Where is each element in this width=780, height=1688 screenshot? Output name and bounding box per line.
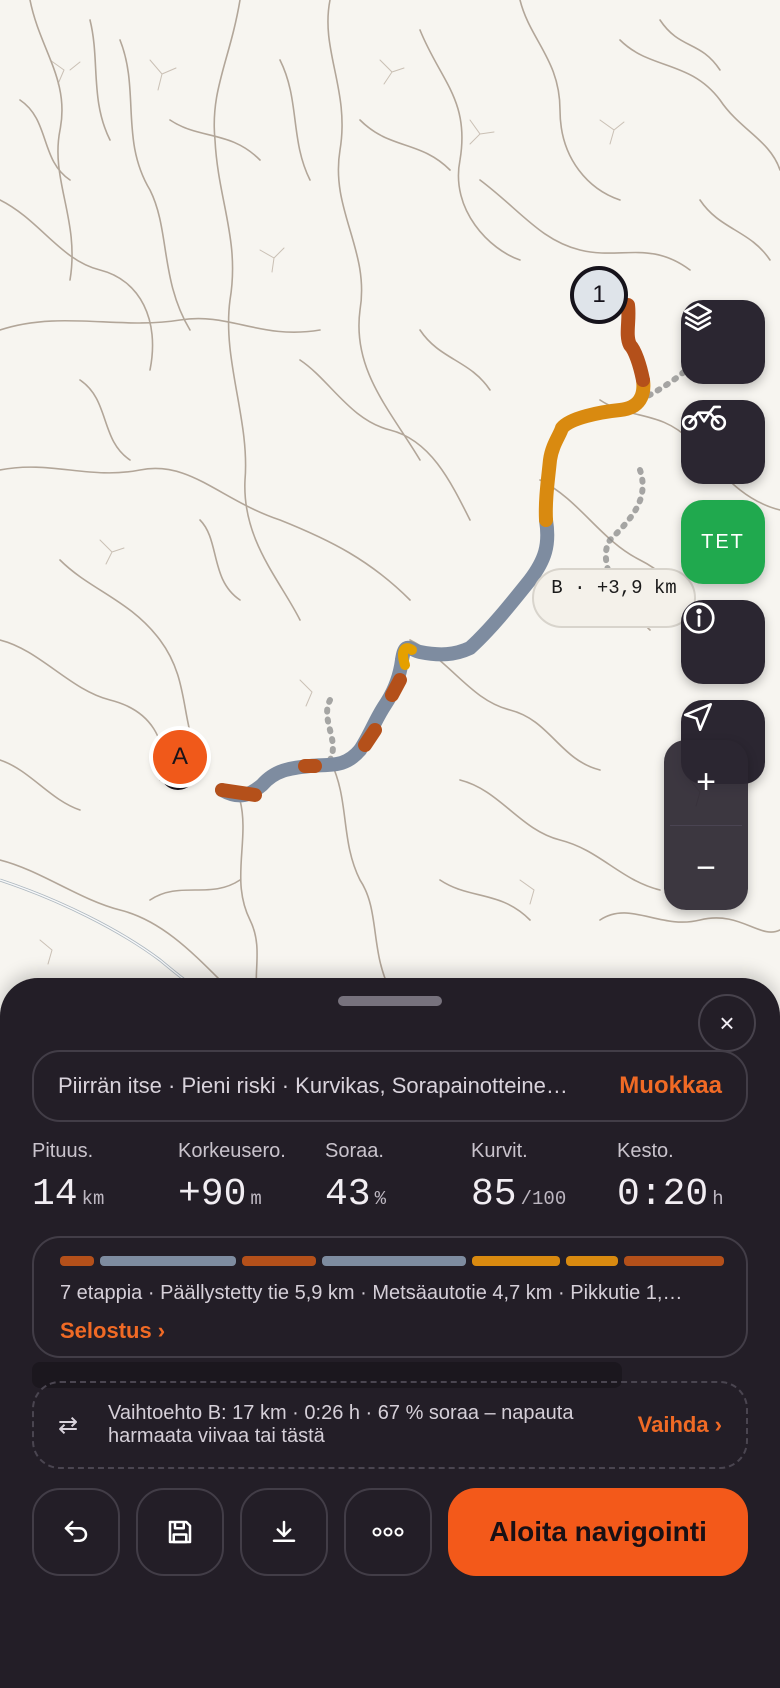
undo-button[interactable]: [32, 1488, 120, 1576]
map-view[interactable]: 1 A B · +3,9 km TET + −: [0, 0, 780, 1000]
route-preferences-summary[interactable]: Piirrän itse · Pieni riski · Kurvikas, S…: [32, 1050, 748, 1122]
route-summary-text: Piirrän itse · Pieni riski · Kurvikas, S…: [58, 1073, 568, 1098]
stat-elevation-unit: m: [250, 1188, 262, 1210]
stat-elevation-label: Korkeusero.: [178, 1140, 286, 1162]
tet-mode-badge[interactable]: TET: [681, 500, 765, 584]
start-marker-a[interactable]: A: [153, 730, 207, 784]
map-roads: [0, 0, 780, 1000]
waypoint-1-label: 1: [592, 281, 606, 308]
layers-icon: [683, 302, 713, 332]
stat-curves-value: 85: [471, 1173, 517, 1216]
start-navigation-button[interactable]: Aloita navigointi: [448, 1488, 748, 1576]
more-dots-icon: [372, 1527, 404, 1537]
undo-icon: [64, 1520, 88, 1542]
stat-curves-label: Kurvit.: [471, 1140, 528, 1162]
stat-elevation: Korkeusero. +90 m: [178, 1140, 286, 1216]
route-stages-card[interactable]: 7 etappia · Päällystetty tie 5,9 km · Me…: [32, 1236, 748, 1358]
more-options-button[interactable]: [344, 1488, 432, 1576]
save-icon: [168, 1520, 192, 1544]
download-icon: [272, 1520, 296, 1542]
stat-duration: Kesto. 0:20 h: [617, 1140, 724, 1216]
zoom-out-button[interactable]: −: [664, 826, 748, 911]
waypoint-1-marker[interactable]: 1: [570, 266, 628, 324]
edit-link[interactable]: Muokkaa: [619, 1072, 722, 1100]
route-stats: Pituus. 14 km Korkeusero. +90 m Soraa. 43%…: [32, 1140, 748, 1220]
stat-curves-unit: /100: [520, 1188, 567, 1210]
stage-segment: [60, 1256, 94, 1266]
stage-segment: [472, 1256, 560, 1266]
surface-breakdown-bar: [60, 1256, 724, 1266]
stat-duration-label: Kesto.: [617, 1140, 674, 1162]
stat-length: Pituus. 14 km: [32, 1140, 104, 1216]
stat-gravel-unit: %: [374, 1188, 387, 1210]
sheet-drag-handle[interactable]: [338, 996, 442, 1006]
stat-curves: Kurvit. 85/100: [471, 1140, 566, 1216]
save-button[interactable]: [136, 1488, 224, 1576]
alternative-route-text: Vaihtoehto B: 17 km · 0:26 h · 67 % sora…: [108, 1402, 574, 1447]
route-bottom-sheet: × Piirrän itse · Pieni riski · Kurvikas,…: [0, 978, 780, 1688]
stat-gravel: Soraa. 43%: [325, 1140, 386, 1216]
stages-summary-text: 7 etappia · Päällystetty tie 5,9 km · Me…: [60, 1282, 683, 1304]
stage-segment: [322, 1256, 466, 1266]
swap-route-link[interactable]: Vaihda ›: [638, 1412, 722, 1438]
alternative-route-card[interactable]: ⇄ Vaihtoehto B: 17 km · 0:26 h · 67 % so…: [32, 1381, 748, 1469]
stat-duration-unit: h: [712, 1188, 724, 1210]
stage-segment: [100, 1256, 236, 1266]
info-button[interactable]: [681, 600, 765, 684]
info-icon: [683, 602, 715, 634]
swap-arrows-icon: ⇄: [58, 1411, 79, 1439]
stage-segment: [566, 1256, 618, 1266]
close-icon: ×: [719, 1007, 735, 1038]
layers-button[interactable]: [681, 300, 765, 384]
alternative-route-label[interactable]: B · +3,9 km: [532, 568, 696, 628]
close-sheet-button[interactable]: ×: [698, 994, 756, 1052]
stat-length-label: Pituus.: [32, 1140, 94, 1162]
download-button[interactable]: [240, 1488, 328, 1576]
stat-length-value: 14: [32, 1173, 78, 1216]
motorcycle-icon: [681, 405, 727, 431]
stat-length-unit: km: [81, 1188, 105, 1210]
navigation-arrow-icon: [683, 702, 713, 732]
stage-segment: [242, 1256, 316, 1266]
report-link[interactable]: Selostus ›: [60, 1318, 165, 1344]
start-marker-label: A: [171, 743, 188, 770]
action-bar: Aloita navigointi: [32, 1488, 748, 1576]
stat-elevation-value: +90: [178, 1173, 247, 1216]
stat-duration-value: 0:20: [617, 1173, 709, 1216]
stat-gravel-label: Soraa.: [325, 1140, 384, 1162]
stage-segment: [624, 1256, 724, 1266]
stat-gravel-value: 43: [325, 1173, 371, 1216]
vehicle-mode-button[interactable]: [681, 400, 765, 484]
zoom-controls: + −: [664, 740, 748, 910]
zoom-in-button[interactable]: +: [664, 740, 748, 825]
